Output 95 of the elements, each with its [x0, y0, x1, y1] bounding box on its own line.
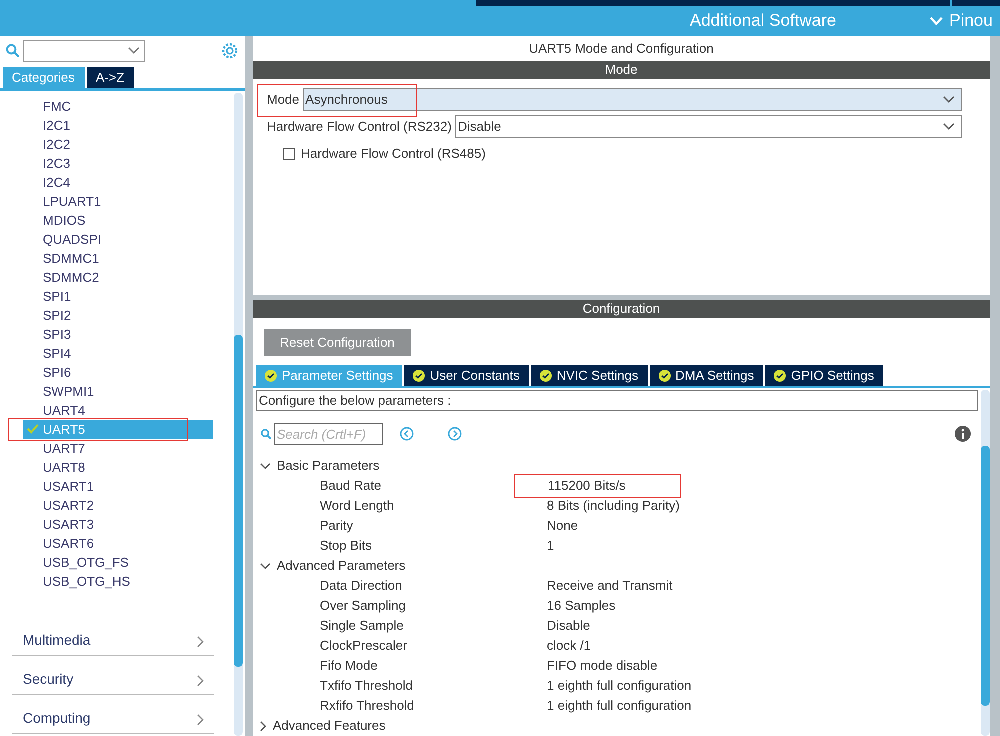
section-header: Configuration: [253, 300, 990, 318]
scrollbar-thumb[interactable]: [981, 446, 990, 706]
search-field[interactable]: Search (Crtl+F): [274, 423, 383, 445]
dropdown-icon: [128, 47, 140, 55]
category-item[interactable]: Security: [12, 656, 214, 695]
peripheral-item[interactable]: FMC: [0, 97, 213, 116]
peripheral-item[interactable]: I2C2: [0, 135, 213, 154]
dropdown-field[interactable]: Disable: [454, 115, 962, 138]
parameter-name: Rxfifo Threshold: [319, 697, 416, 716]
chevron-icon: [930, 16, 944, 26]
parameter-value[interactable]: 1 eighth full configuration: [547, 696, 692, 716]
parameter-name: ClockPrescaler: [319, 637, 408, 656]
check-icon: [27, 424, 39, 434]
group-label[interactable]: Basic Parameters: [277, 456, 380, 476]
peripheral-item[interactable]: USB_OTG_FS: [0, 553, 213, 572]
peripheral-item[interactable]: SPI6: [0, 363, 213, 382]
field-label: Mode: [267, 90, 300, 109]
peripheral-item[interactable]: USART3: [0, 515, 213, 534]
parameter-value[interactable]: 16 Samples: [547, 596, 616, 616]
check-circle-icon: [265, 370, 277, 382]
peripheral-item[interactable]: UART8: [0, 458, 213, 477]
header-tab-strip: [952, 0, 1000, 6]
search-icon: [261, 428, 272, 440]
parameter-name: Over Sampling: [319, 597, 407, 616]
group-label[interactable]: Advanced Parameters: [277, 556, 406, 576]
check-circle-icon: [658, 370, 671, 382]
collapse-icon[interactable]: [260, 462, 271, 470]
parameter-name: Single Sample: [319, 617, 405, 636]
parameter-value[interactable]: Receive and Transmit: [547, 576, 673, 596]
category-tab[interactable]: A->Z: [87, 67, 134, 88]
checkbox[interactable]: [283, 148, 295, 160]
check-circle-icon: [774, 370, 786, 382]
peripheral-item[interactable]: UART4: [0, 401, 213, 420]
chevron-right-icon: [197, 675, 204, 687]
peripheral-item[interactable]: I2C3: [0, 154, 213, 173]
check-circle-icon: [413, 370, 426, 382]
peripheral-item[interactable]: USART2: [0, 496, 213, 515]
parameter-name: Data Direction: [319, 577, 404, 596]
dropdown-field[interactable]: Asynchronous: [302, 88, 962, 112]
group-label[interactable]: Advanced Features: [273, 716, 386, 736]
peripheral-item[interactable]: SPI2: [0, 306, 213, 325]
peripheral-item[interactable]: USART1: [0, 477, 213, 496]
peripheral-item[interactable]: SPI1: [0, 287, 213, 306]
settings-tab[interactable]: DMA Settings: [650, 365, 764, 386]
peripheral-item[interactable]: USB_OTG_HS: [0, 572, 213, 591]
dropdown-icon: [943, 122, 955, 131]
peripheral-item[interactable]: SPI3: [0, 325, 213, 344]
settings-icon[interactable]: [221, 42, 239, 60]
peripheral-item[interactable]: UART7: [0, 439, 213, 458]
parameter-name: Fifo Mode: [319, 657, 379, 676]
settings-tab[interactable]: NVIC Settings: [530, 365, 648, 386]
peripheral-item[interactable]: SDMMC1: [0, 249, 213, 268]
parameter-value[interactable]: 8 Bits (including Parity): [547, 496, 680, 516]
settings-tab[interactable]: GPIO Settings: [765, 365, 884, 386]
peripheral-item[interactable]: MDIOS: [0, 211, 213, 230]
collapse-icon[interactable]: [260, 562, 271, 570]
parameter-value[interactable]: None: [547, 516, 578, 536]
peripheral-item[interactable]: USART6: [0, 534, 213, 553]
settings-tab[interactable]: User Constants: [404, 365, 529, 386]
checkbox-label: Hardware Flow Control (RS485): [301, 145, 486, 164]
parameter-value[interactable]: FIFO mode disable: [547, 656, 658, 676]
chevron-right-icon: [197, 714, 204, 726]
description-text: Configure the below parameters :: [256, 390, 978, 411]
info-icon[interactable]: [955, 426, 971, 442]
parameter-name: Stop Bits: [319, 537, 374, 556]
parameter-value[interactable]: 1: [547, 536, 554, 556]
peripheral-item[interactable]: SWPMI1: [0, 382, 213, 401]
field-label: Hardware Flow Control (RS232): [267, 118, 452, 136]
next-icon[interactable]: [448, 427, 462, 441]
category-item[interactable]: Computing: [12, 695, 214, 734]
dropdown-icon: [943, 96, 955, 104]
parameter-name: Txfifo Threshold: [319, 677, 414, 696]
peripheral-item[interactable]: SDMMC2: [0, 268, 213, 287]
peripheral-item[interactable]: I2C4: [0, 173, 213, 192]
peripheral-item[interactable]: I2C1: [0, 116, 213, 135]
parameter-name: Baud Rate: [319, 477, 382, 496]
parameter-value[interactable]: Disable: [547, 616, 590, 636]
chevron-right-icon: [197, 636, 204, 648]
section-header: Mode: [253, 61, 990, 80]
peripheral-item[interactable]: QUADSPI: [0, 230, 213, 249]
expand-icon[interactable]: [260, 720, 267, 732]
panel-title: UART5 Mode and Configuration: [528, 40, 715, 58]
previous-icon[interactable]: [400, 427, 414, 441]
peripheral-item[interactable]: LPUART1: [0, 192, 213, 211]
search-icon: [6, 44, 20, 58]
parameter-value[interactable]: clock /1: [547, 636, 592, 656]
peripheral-item[interactable]: SPI4: [0, 344, 213, 363]
search-field[interactable]: [23, 40, 145, 62]
parameter-name: Word Length: [319, 497, 396, 516]
check-circle-icon: [540, 370, 552, 382]
scrollbar-thumb[interactable]: [234, 335, 243, 667]
category-item[interactable]: Multimedia: [12, 617, 214, 656]
parameter-value[interactable]: 1 eighth full configuration: [547, 676, 692, 696]
parameter-name: Parity: [319, 517, 354, 536]
parameter-value[interactable]: 115200 Bits/s: [514, 474, 681, 498]
